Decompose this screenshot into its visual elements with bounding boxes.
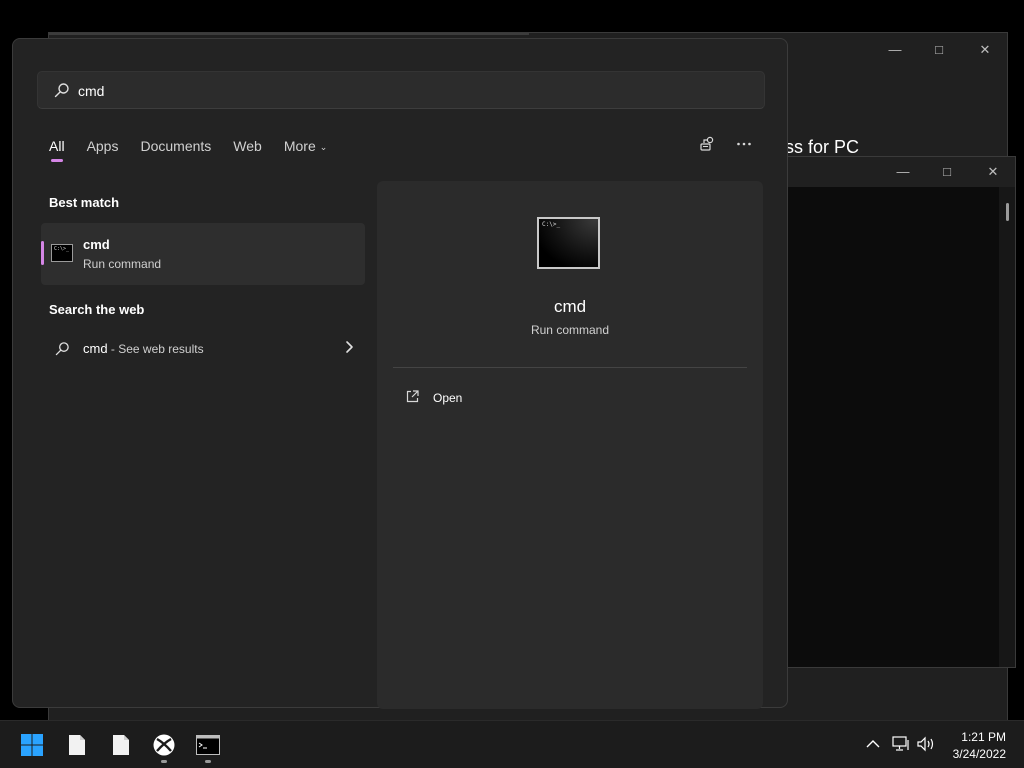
thumb-text: C:\>_ (54, 246, 70, 252)
minimize-icon[interactable]: — (891, 163, 915, 181)
window-top-line (49, 33, 529, 35)
cmd-icon (196, 735, 220, 755)
xbox-icon (153, 734, 175, 756)
tab-more-label: More (283, 138, 316, 154)
header-actions (699, 135, 753, 153)
search-icon (54, 83, 69, 98)
cmd-icon: C:\>_ (51, 244, 73, 262)
close-icon[interactable]: ✕ (973, 41, 997, 59)
start-icon (21, 734, 43, 756)
open-action[interactable]: Open (401, 387, 741, 411)
search-web-heading: Search the web (49, 302, 145, 317)
show-hidden-icons[interactable] (862, 733, 884, 755)
volume-tray[interactable] (915, 733, 937, 755)
web-query: cmd (83, 341, 108, 356)
open-external-icon (406, 390, 419, 403)
clock-date: 3/24/2022 (952, 747, 1006, 761)
detail-subtitle: Run command (530, 323, 610, 337)
cmd-preview-icon: C:\>_ (537, 217, 600, 269)
clock-time: 1:21 PM (961, 730, 1006, 744)
share-feedback-icon[interactable] (699, 135, 717, 153)
file-icon (69, 735, 85, 755)
tab-all[interactable]: All (49, 137, 65, 162)
preview-text: C:\>_ (542, 221, 561, 228)
volume-icon (917, 736, 934, 752)
console-scrollbar[interactable] (999, 187, 1015, 667)
chevron-right-icon[interactable] (343, 339, 355, 355)
best-match-result[interactable]: C:\>_ cmd Run command (41, 223, 365, 285)
search-input[interactable] (78, 80, 738, 102)
web-result-text: cmd - See web results (83, 341, 204, 356)
tab-documents[interactable]: Documents (140, 137, 211, 161)
chevron-up-icon (866, 740, 880, 748)
maximize-icon[interactable]: □ (927, 41, 951, 59)
console-window[interactable]: — □ ✕ (786, 156, 1016, 668)
minimize-icon[interactable]: — (883, 41, 907, 59)
system-clock[interactable]: 1:21 PM 3/24/2022 (953, 729, 1006, 763)
detail-name: cmd (553, 297, 587, 316)
taskbar: 1:21 PM 3/24/2022 (0, 720, 1024, 768)
selection-indicator (41, 241, 44, 265)
result-subtitle: Run command (83, 257, 162, 271)
best-match-heading: Best match (49, 195, 120, 210)
detail-divider (393, 367, 747, 368)
start-button[interactable] (16, 729, 48, 761)
network-icon (892, 736, 909, 751)
chevron-down-icon: ⌄ (319, 142, 328, 152)
tab-more[interactable]: More ⌄ (284, 137, 327, 161)
tab-apps[interactable]: Apps (87, 137, 119, 161)
detail-pane: C:\>_ cmd Run command Open (377, 181, 763, 709)
file-icon (113, 735, 129, 755)
maximize-icon[interactable]: □ (935, 163, 959, 181)
open-label: Open (433, 391, 463, 405)
filter-tabs: All Apps Documents Web More ⌄ (49, 137, 349, 163)
taskbar-file-2[interactable] (105, 729, 137, 761)
taskbar-cmd[interactable] (192, 729, 224, 763)
console-titlebar[interactable]: — □ ✕ (787, 157, 1015, 187)
search-box[interactable] (37, 71, 765, 109)
scrollbar-thumb[interactable] (1006, 203, 1009, 221)
web-search-result[interactable]: cmd - See web results (49, 335, 355, 363)
close-icon[interactable]: ✕ (981, 163, 1005, 181)
network-tray[interactable] (890, 733, 912, 755)
taskbar-xbox[interactable] (148, 729, 180, 763)
running-indicator (161, 760, 167, 763)
web-suffix: - See web results (107, 342, 204, 356)
taskbar-file-1[interactable] (61, 729, 93, 761)
result-name: cmd (83, 237, 110, 252)
tab-web[interactable]: Web (233, 137, 262, 161)
window-heading: ss for PC (785, 137, 860, 157)
running-indicator (205, 760, 211, 763)
search-icon (55, 342, 69, 356)
start-search-panel: All Apps Documents Web More⌄ Best match … (12, 38, 788, 709)
more-icon[interactable] (735, 135, 753, 153)
